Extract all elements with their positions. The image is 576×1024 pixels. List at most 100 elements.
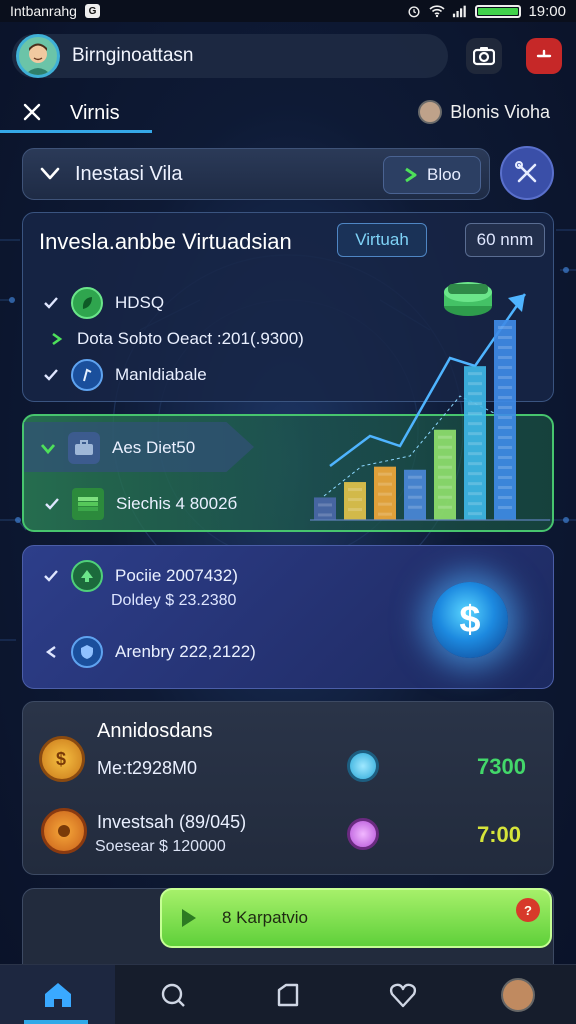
home-icon	[44, 982, 71, 1007]
cash-stack-icon	[72, 488, 104, 520]
nav-files[interactable]	[230, 965, 345, 1024]
play-icon	[182, 909, 196, 927]
chart-bar-detail	[498, 346, 512, 349]
nav-favorites[interactable]	[346, 965, 461, 1024]
status-app-name: Intbanrahg	[10, 3, 77, 19]
wifi-icon	[429, 5, 446, 18]
virtual-badge[interactable]: Virtuah	[337, 223, 427, 257]
stats-card: Annidosdans $ Me:t2928Μ0 7300 Investsah …	[22, 701, 554, 875]
list-item[interactable]: Manldiabale	[43, 359, 207, 391]
gear-coin-icon	[41, 808, 87, 854]
chart-bar-detail	[498, 366, 512, 369]
chart-bar-detail	[468, 442, 482, 446]
chart-bar-detail	[468, 422, 482, 426]
nav-profile[interactable]	[461, 965, 576, 1024]
karpatvio-button[interactable]: 8 Karpatvio ?	[160, 888, 552, 948]
chart-bar-detail	[468, 492, 482, 496]
investment-dropdown[interactable]: Inestasi Vila Bloo	[22, 148, 490, 200]
chart-bar-detail	[408, 495, 422, 499]
camera-button[interactable]	[466, 38, 502, 74]
chart-bar-detail	[498, 426, 512, 429]
list-item[interactable]: Arenbry 222,2122)	[43, 636, 256, 668]
chart-bar-detail	[468, 402, 482, 406]
status-bar: Intbanrahg G 19:00	[0, 0, 576, 22]
chart-bar-detail	[468, 382, 482, 386]
chart-bar-detail	[498, 396, 512, 399]
chart-bar-detail	[378, 512, 392, 516]
notification-app-icon: G	[84, 4, 100, 18]
chart-bar-detail	[378, 482, 392, 486]
battery-icon	[475, 4, 522, 18]
gold-coin-icon: $	[39, 736, 85, 782]
tools-button[interactable]	[500, 146, 554, 200]
sub-header-user-name: Blonis Vioha	[450, 101, 550, 122]
chart-bar-detail	[468, 452, 482, 456]
close-icon[interactable]	[20, 100, 44, 124]
chart-bar-detail	[498, 406, 512, 409]
stats-title: Annidosdans	[97, 720, 213, 742]
row-label: HDSQ	[115, 293, 165, 312]
chart-bar-detail	[468, 512, 482, 516]
list-item[interactable]: Dota Sobto Oeact :201(.9300)	[49, 329, 304, 349]
chart-bar-detail	[468, 432, 482, 436]
chart-bar-detail	[498, 386, 512, 389]
bolt-icon	[536, 49, 552, 58]
chart-bar-detail	[378, 492, 392, 496]
chart-bar-detail	[498, 416, 512, 419]
chart-bar-detail	[378, 472, 392, 476]
list-item[interactable]: Siechis 4 8002б	[44, 488, 237, 520]
tab-title[interactable]: Virnis	[70, 102, 120, 125]
chart-bar-detail	[438, 455, 452, 459]
chart-bar-detail	[438, 465, 452, 469]
chat-icon	[161, 983, 185, 1007]
chart-bar-detail	[438, 505, 452, 509]
time-badge[interactable]: 60 nnm	[465, 223, 545, 257]
dropdown-chip[interactable]: Bloo	[383, 156, 481, 194]
chart-bar-detail	[468, 472, 482, 476]
list-item[interactable]: Pociie 2007432)	[43, 560, 238, 592]
user-mini-avatar	[418, 100, 443, 124]
record-button[interactable]	[526, 38, 562, 74]
bottom-nav	[0, 964, 576, 1024]
nav-chat[interactable]	[115, 965, 230, 1024]
chevron-down-icon	[40, 167, 60, 180]
sub-header-user[interactable]: Blonis Vioha	[418, 100, 550, 124]
check-icon	[44, 570, 58, 582]
check-icon	[44, 297, 58, 309]
chevron-right-icon	[52, 332, 63, 346]
shield-coin-icon	[71, 636, 103, 668]
chart-bar-detail	[498, 356, 512, 359]
profile-name: Birnginoattasn	[72, 45, 194, 66]
user-avatar[interactable]	[16, 34, 60, 78]
chart-bar-7	[494, 320, 516, 520]
stats-value: 7300	[477, 754, 526, 779]
avatar-face-icon	[25, 43, 51, 75]
chart-bar-detail	[378, 502, 392, 506]
row-label: Manldiabale	[115, 365, 207, 384]
up-arrow-coin-icon	[71, 560, 103, 592]
growth-bar-chart	[310, 282, 550, 521]
heart-icon	[390, 983, 417, 1007]
profile-header[interactable]: Birnginoattasn	[12, 34, 448, 78]
chart-bar-detail	[468, 412, 482, 416]
chart-bar-detail	[408, 505, 422, 509]
chart-bar-detail	[498, 336, 512, 339]
list-item[interactable]: HDSQ	[43, 287, 164, 319]
check-icon	[44, 369, 58, 381]
chart-bar-detail	[498, 486, 512, 489]
chart-bar-detail	[498, 456, 512, 459]
dropdown-label: Inestasi Vila	[75, 162, 183, 185]
dropdown-chip-label: Bloo	[426, 165, 462, 184]
chart-bar-detail	[348, 498, 362, 502]
row-label: Siechis 4 8002б	[116, 494, 238, 513]
tools-icon	[515, 161, 537, 183]
nav-home[interactable]	[0, 965, 116, 1024]
chart-bar-detail	[498, 466, 512, 469]
chart-bar-detail	[438, 495, 452, 499]
active-tab-indicator	[0, 130, 152, 133]
pink-dot-icon	[347, 818, 379, 850]
check-icon	[45, 498, 59, 510]
chart-bar-detail	[498, 506, 512, 509]
list-item[interactable]: Aes Diet50	[40, 432, 195, 464]
arrow-right-icon	[405, 167, 417, 183]
